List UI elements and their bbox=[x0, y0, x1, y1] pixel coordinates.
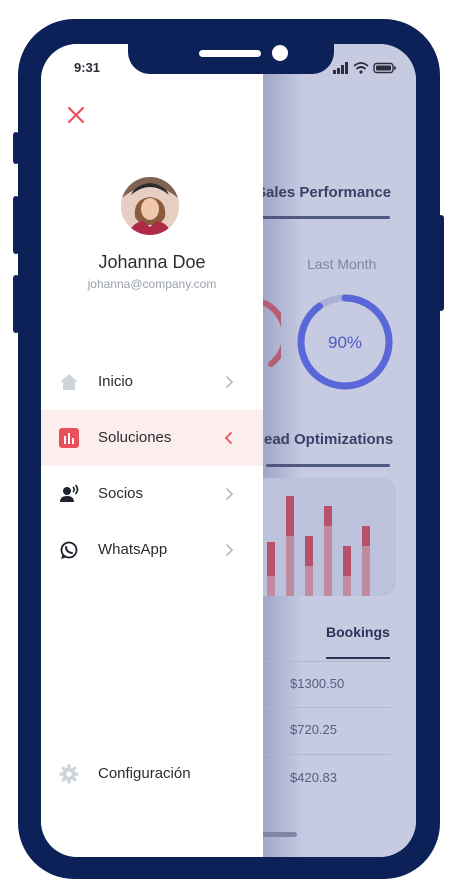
bookings-tab-underline bbox=[326, 657, 390, 659]
chart-bar-top-segment bbox=[305, 536, 313, 566]
menu-item-label: Soluciones bbox=[98, 429, 172, 446]
booking-amount: $720.25 bbox=[290, 722, 337, 737]
menu-item-label: Inicio bbox=[98, 373, 134, 390]
menu-item-socios[interactable]: Socios bbox=[41, 466, 263, 522]
navigation-drawer: Johanna Doe johanna@company.com Inicio S… bbox=[41, 44, 263, 857]
home-icon bbox=[60, 374, 78, 390]
wifi-icon bbox=[353, 62, 369, 74]
side-button-volume-up bbox=[13, 196, 19, 254]
battery-icon bbox=[373, 62, 396, 74]
phone-screen: Sales Performance Last Month 90% ead Opt… bbox=[41, 44, 416, 857]
chart-bar-bottom-segment bbox=[267, 576, 275, 596]
bar-chart-icon bbox=[59, 428, 79, 448]
menu-item-label: Socios bbox=[98, 485, 144, 502]
chart-bar bbox=[324, 506, 332, 596]
chart-bar-bottom-segment bbox=[305, 566, 313, 596]
lead-optimizations-title: ead Optimizations bbox=[264, 431, 394, 448]
booking-amount: $1300.50 bbox=[290, 676, 345, 691]
progress-ring-chart: 90% bbox=[297, 294, 393, 390]
chart-bar bbox=[343, 546, 351, 596]
menu-item-inicio[interactable]: Inicio bbox=[41, 354, 263, 410]
row-divider bbox=[266, 754, 391, 755]
partners-icon bbox=[60, 484, 79, 502]
side-button-volume-down bbox=[13, 275, 19, 333]
close-icon[interactable] bbox=[67, 106, 85, 124]
menu-item-label: Configuración bbox=[98, 765, 191, 782]
sales-performance-underline bbox=[259, 216, 390, 219]
chevron-right-icon bbox=[226, 376, 234, 388]
phone-speaker bbox=[199, 50, 261, 57]
progress-ring-label: 90% bbox=[328, 333, 362, 352]
booking-amount: $420.83 bbox=[290, 770, 337, 785]
user-email: johanna@company.com bbox=[87, 277, 217, 291]
menu-item-label: WhatsApp bbox=[98, 541, 168, 558]
chevron-left-icon bbox=[224, 432, 232, 444]
whatsapp-icon bbox=[60, 541, 78, 559]
chart-bar bbox=[362, 526, 370, 596]
phone-notch bbox=[128, 44, 334, 74]
avatar bbox=[121, 177, 179, 235]
period-label: Last Month bbox=[307, 256, 377, 272]
chart-bar-top-segment bbox=[267, 542, 275, 576]
chart-bar bbox=[305, 536, 313, 596]
chart-bar bbox=[267, 542, 275, 596]
row-divider bbox=[266, 661, 391, 662]
menu-item-configuracion[interactable]: Configuración bbox=[41, 746, 263, 802]
bookings-tab[interactable]: Bookings bbox=[326, 624, 390, 640]
chart-bar-top-segment bbox=[362, 526, 370, 546]
menu-item-whatsapp[interactable]: WhatsApp bbox=[41, 522, 263, 578]
lead-optimizations-underline bbox=[266, 464, 390, 467]
chart-bar bbox=[286, 496, 294, 596]
chart-bar-bottom-segment bbox=[362, 546, 370, 596]
side-button-mute bbox=[13, 132, 19, 164]
gear-icon bbox=[59, 764, 79, 784]
chart-bar-top-segment bbox=[324, 506, 332, 526]
status-icons bbox=[333, 61, 397, 79]
chevron-right-icon bbox=[226, 488, 234, 500]
signal-icon bbox=[333, 62, 348, 74]
sales-performance-title: Sales Performance bbox=[256, 184, 392, 201]
chart-bar-top-segment bbox=[286, 496, 294, 536]
chart-bar-top-segment bbox=[343, 546, 351, 576]
row-divider bbox=[266, 707, 391, 708]
lead-optimizations-chart bbox=[251, 478, 396, 596]
menu-item-soluciones[interactable]: Soluciones bbox=[41, 410, 263, 466]
chart-bar-bottom-segment bbox=[324, 526, 332, 596]
side-button-power bbox=[438, 215, 444, 311]
user-name: Johanna Doe bbox=[98, 252, 206, 272]
chevron-right-icon bbox=[226, 544, 234, 556]
status-time: 9:31 bbox=[74, 60, 101, 75]
chart-bar-bottom-segment bbox=[286, 536, 294, 596]
phone-camera bbox=[272, 45, 288, 61]
chart-bar-bottom-segment bbox=[343, 576, 351, 596]
